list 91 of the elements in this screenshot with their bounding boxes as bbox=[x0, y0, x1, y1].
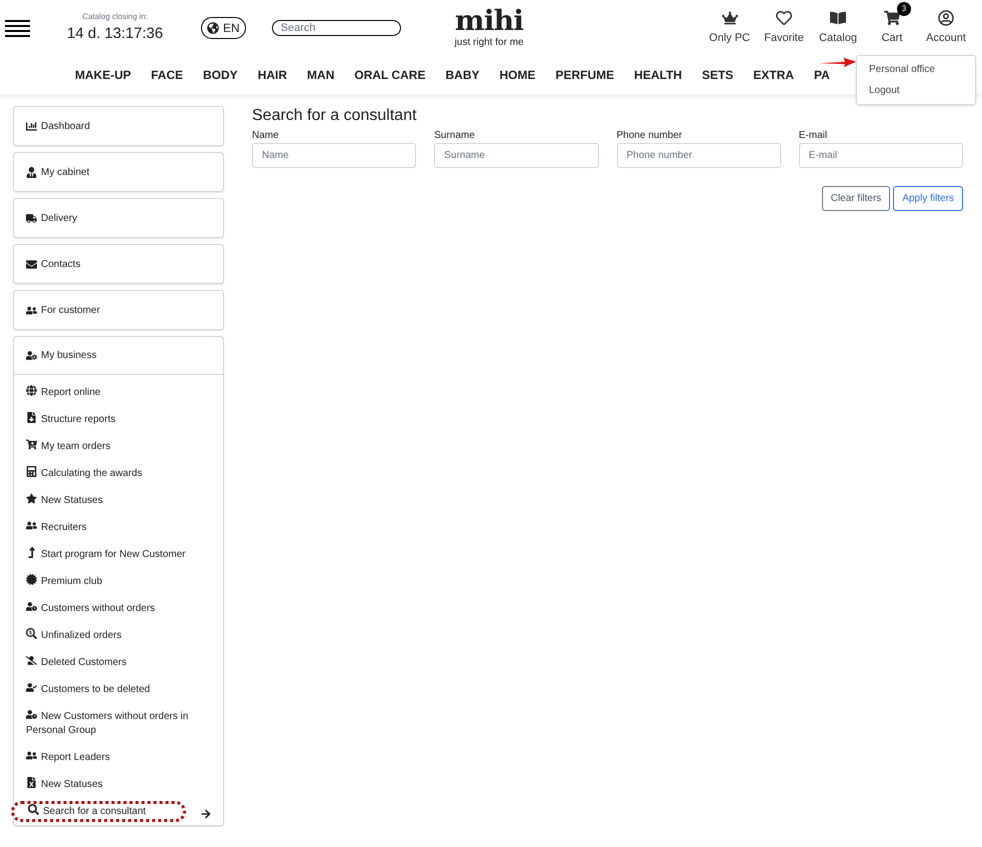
input-field[interactable]: Name bbox=[252, 143, 416, 168]
language-button[interactable]: EN bbox=[201, 17, 246, 39]
globe-icon bbox=[207, 22, 219, 34]
submenu-item[interactable]: Structure reports bbox=[26, 412, 211, 427]
nav-link[interactable]: HOME bbox=[500, 66, 536, 84]
search-icon bbox=[28, 804, 39, 815]
nav-link[interactable]: PERFUME bbox=[556, 66, 614, 84]
cart-icon bbox=[26, 439, 37, 450]
sidebar-item[interactable]: Delivery bbox=[14, 199, 223, 237]
header-action[interactable]: Cart 3 bbox=[870, 2, 914, 46]
submenu-item[interactable]: Recruiters bbox=[26, 520, 211, 535]
chart-icon bbox=[26, 120, 37, 132]
nav-link[interactable]: FACE bbox=[151, 66, 184, 84]
badge-icon bbox=[26, 574, 37, 585]
heart-icon bbox=[776, 10, 792, 26]
submenu-item[interactable]: Premium club bbox=[26, 574, 211, 589]
header-action[interactable]: Favorite bbox=[762, 2, 806, 46]
input-field[interactable]: Phone number bbox=[616, 143, 781, 168]
submenu-item[interactable]: My team orders bbox=[26, 439, 211, 454]
user-slash-icon bbox=[26, 655, 37, 666]
sidebar-item[interactable]: For customer bbox=[14, 291, 223, 329]
submenu-item[interactable]: Unfinalized orders bbox=[26, 628, 211, 643]
field-label: E-mail bbox=[798, 129, 828, 143]
arrow-right-icon bbox=[201, 809, 211, 819]
user-icon bbox=[938, 10, 954, 26]
nav-link[interactable]: BABY bbox=[445, 66, 480, 84]
file-icon bbox=[26, 412, 37, 423]
header-action[interactable]: Only PC bbox=[707, 2, 752, 46]
sidebar-item[interactable]: My business bbox=[14, 337, 223, 375]
book-icon bbox=[830, 10, 846, 26]
submenu-item[interactable]: Report online bbox=[26, 385, 211, 400]
countdown-label: Catalog closing in: bbox=[82, 10, 148, 23]
users-icon bbox=[26, 520, 37, 531]
arrow-up-icon bbox=[26, 547, 37, 558]
cart-badge: 3 bbox=[897, 2, 911, 16]
submenu-item[interactable]: Customers to be deleted bbox=[26, 682, 211, 697]
search-icon bbox=[26, 628, 37, 639]
submenu-item[interactable]: Report Leaders bbox=[26, 750, 211, 765]
truck-icon bbox=[26, 212, 37, 224]
arrow-icon bbox=[820, 57, 856, 68]
field-label: Surname bbox=[434, 129, 476, 143]
tagline: just right for me bbox=[454, 36, 524, 50]
crown-icon bbox=[722, 10, 738, 26]
menu-item[interactable]: Logout bbox=[869, 83, 963, 98]
user-gear-icon bbox=[26, 350, 37, 361]
nav-link[interactable]: SETS bbox=[702, 66, 734, 84]
countdown: 14 d. 13:17:36 bbox=[67, 24, 163, 44]
sidebar-item[interactable]: My cabinet bbox=[14, 153, 223, 191]
users-icon bbox=[26, 304, 37, 316]
spreadsheet-icon bbox=[26, 777, 37, 788]
filter-button[interactable]: Clear filters bbox=[822, 186, 890, 211]
sidebar-item[interactable]: Dashboard bbox=[14, 107, 223, 145]
users-icon bbox=[26, 750, 37, 761]
nav-link[interactable]: ORAL CARE bbox=[354, 66, 426, 84]
filter-button[interactable]: Apply filters bbox=[893, 186, 963, 211]
user-check-icon bbox=[26, 682, 37, 693]
submenu-item[interactable]: New Customers without orders in Personal Group bbox=[26, 709, 211, 738]
menu-icon[interactable] bbox=[5, 20, 30, 36]
user-clock-icon bbox=[26, 601, 37, 612]
input-field[interactable]: E-mail bbox=[798, 143, 963, 168]
nav-link[interactable]: HEALTH bbox=[634, 66, 682, 84]
submenu-item[interactable]: New Statuses bbox=[26, 777, 211, 792]
user-clock-icon bbox=[26, 709, 37, 720]
search-field[interactable]: Search bbox=[272, 20, 401, 36]
nav-link[interactable]: PA bbox=[814, 66, 830, 84]
nav-link[interactable]: HAIR bbox=[258, 66, 288, 84]
input-field[interactable]: Surname bbox=[434, 143, 598, 168]
submenu-item[interactable]: Customers without orders bbox=[26, 601, 211, 616]
submenu-item[interactable]: Search for a consultant bbox=[14, 804, 183, 819]
star-icon bbox=[26, 493, 37, 504]
nav-link[interactable]: MAN bbox=[307, 66, 334, 84]
nav-link[interactable]: BODY bbox=[203, 66, 238, 84]
globe-icon bbox=[26, 385, 37, 396]
header-action[interactable]: Catalog bbox=[816, 2, 860, 46]
field-label: Phone number bbox=[616, 129, 684, 143]
user-icon bbox=[26, 166, 37, 178]
cart-icon bbox=[884, 10, 900, 26]
submenu-item[interactable]: Start program for New Customer bbox=[26, 547, 211, 562]
field-label: Name bbox=[252, 129, 280, 143]
submenu-item[interactable]: Deleted Customers bbox=[26, 655, 211, 670]
logo[interactable]: mihi bbox=[454, 6, 524, 34]
calculator-icon bbox=[26, 466, 37, 477]
submenu-item[interactable]: Calculating the awards bbox=[26, 466, 211, 481]
menu-item[interactable]: Personal office bbox=[869, 62, 963, 77]
nav-link[interactable]: MAKE-UP bbox=[75, 66, 131, 84]
nav-link[interactable]: EXTRA bbox=[753, 66, 794, 84]
page-title: Search for a consultant bbox=[252, 106, 418, 126]
envelope-icon bbox=[26, 258, 37, 270]
submenu-item[interactable]: New Statuses bbox=[26, 493, 211, 508]
sidebar-item[interactable]: Contacts bbox=[14, 245, 223, 283]
header-action[interactable]: Account bbox=[924, 2, 968, 46]
